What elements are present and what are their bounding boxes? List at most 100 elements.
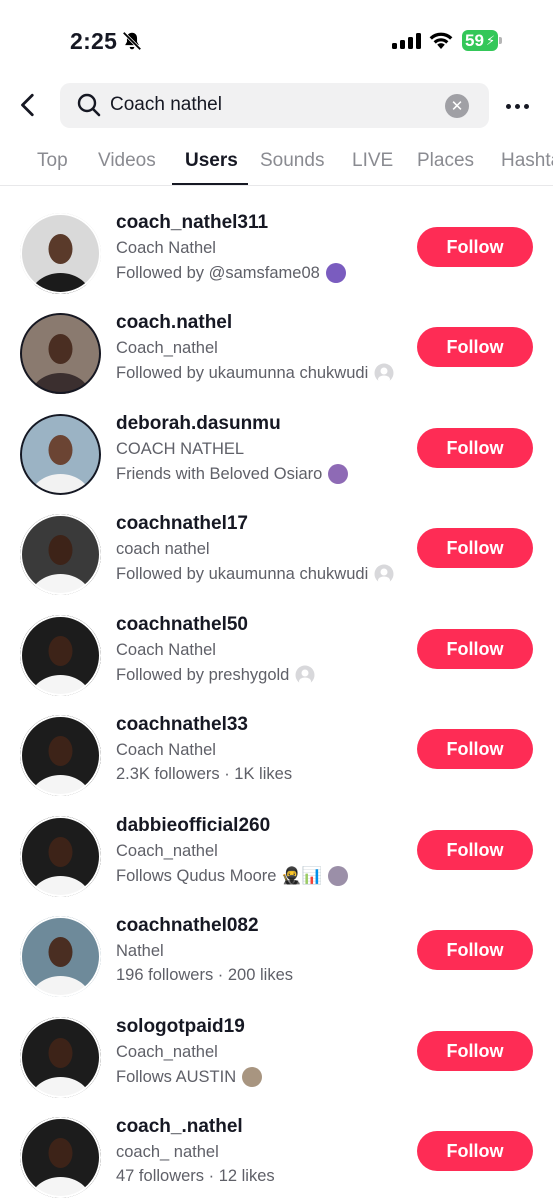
search-tabs: Top Videos Users Sounds LIVE Places Hash… bbox=[0, 140, 553, 186]
default-avatar-icon bbox=[374, 564, 394, 585]
user-row[interactable]: coachnathel33 Coach Nathel 2.3K follower… bbox=[0, 709, 553, 809]
user-meta-text: 196 followers · 200 likes bbox=[116, 966, 294, 984]
profile-photo-icon bbox=[20, 916, 101, 997]
follow-button[interactable]: Follow bbox=[417, 428, 533, 468]
avatar[interactable] bbox=[20, 816, 101, 897]
avatar[interactable] bbox=[20, 615, 101, 696]
profile-photo-icon bbox=[20, 816, 101, 897]
wifi-icon bbox=[428, 30, 454, 50]
username: coachnathel082 bbox=[116, 915, 259, 936]
cellular-signal-icon bbox=[392, 33, 421, 49]
user-meta: Followed by ukaumunna chukwudi bbox=[116, 363, 394, 384]
nickname: Coach Nathel bbox=[116, 741, 216, 759]
mini-avatar-icon bbox=[328, 866, 349, 886]
user-meta-text: Followed by @samsfame08 bbox=[116, 263, 320, 282]
user-row[interactable]: coachnathel17 coach nathel Followed by u… bbox=[0, 508, 553, 608]
user-row[interactable]: coach_.nathel coach_ nathel 47 followers… bbox=[0, 1111, 553, 1200]
user-row[interactable]: deborah.dasunmu COACH NATHEL Friends wit… bbox=[0, 408, 553, 508]
profile-photo-icon bbox=[20, 514, 101, 595]
username: coachnathel17 bbox=[116, 513, 248, 534]
user-row[interactable]: coachnathel50 Coach Nathel Followed by p… bbox=[0, 609, 553, 709]
avatar[interactable] bbox=[20, 916, 101, 997]
user-meta-text: Follows Qudus Moore 🥷📊 bbox=[116, 866, 323, 885]
search-input[interactable]: Coach nathel ✕ bbox=[60, 83, 489, 128]
user-meta: Followed by preshygold bbox=[116, 665, 315, 686]
profile-photo-icon bbox=[20, 414, 101, 495]
profile-photo-icon bbox=[20, 313, 101, 394]
nickname: Coach_nathel bbox=[116, 842, 218, 860]
tab-top[interactable]: Top bbox=[37, 150, 68, 172]
charging-bolt-icon: ⚡ bbox=[486, 33, 496, 48]
username: coach.nathel bbox=[116, 312, 233, 333]
user-meta-text: Followed by ukaumunna chukwudi bbox=[116, 363, 369, 382]
profile-photo-icon bbox=[20, 1117, 101, 1198]
tab-sounds[interactable]: Sounds bbox=[260, 150, 324, 172]
user-row[interactable]: sologotpaid19 Coach_nathel Follows AUSTI… bbox=[0, 1011, 553, 1111]
user-meta-text: Friends with Beloved Osiaro bbox=[116, 464, 323, 483]
mini-avatar-icon bbox=[242, 1067, 263, 1087]
mini-avatar-icon bbox=[328, 464, 349, 484]
active-tab-indicator bbox=[172, 183, 248, 185]
user-meta: 196 followers · 200 likes bbox=[116, 966, 293, 985]
username: coachnathel33 bbox=[116, 714, 248, 735]
nickname: COACH NATHEL bbox=[116, 440, 245, 458]
avatar[interactable] bbox=[20, 414, 101, 495]
username: deborah.dasunmu bbox=[116, 413, 281, 434]
mini-avatar-icon bbox=[325, 263, 346, 283]
follow-button[interactable]: Follow bbox=[417, 227, 533, 267]
user-meta: Followed by ukaumunna chukwudi bbox=[116, 564, 394, 585]
user-meta-text: Followed by preshygold bbox=[116, 665, 290, 684]
search-query[interactable]: Coach nathel bbox=[110, 94, 222, 116]
username: coach_nathel311 bbox=[116, 212, 269, 233]
tab-videos[interactable]: Videos bbox=[98, 150, 156, 172]
user-row[interactable]: dabbieofficial260 Coach_nathel Follows Q… bbox=[0, 810, 553, 910]
more-dot-icon bbox=[514, 103, 520, 109]
user-row[interactable]: coach_nathel311 Coach Nathel Followed by… bbox=[0, 207, 553, 307]
follow-button[interactable]: Follow bbox=[417, 1031, 533, 1071]
user-meta: 47 followers · 12 likes bbox=[116, 1167, 275, 1186]
avatar[interactable] bbox=[20, 1117, 101, 1198]
nickname: Coach_nathel bbox=[116, 1043, 218, 1061]
avatar[interactable] bbox=[20, 213, 101, 294]
profile-photo-icon bbox=[20, 1017, 101, 1098]
clear-search-icon[interactable]: ✕ bbox=[445, 94, 469, 118]
follow-button[interactable]: Follow bbox=[417, 1131, 533, 1171]
user-meta: 2.3K followers · 1K likes bbox=[116, 765, 292, 784]
user-row[interactable]: coach.nathel Coach_nathel Followed by uk… bbox=[0, 307, 553, 407]
avatar[interactable] bbox=[20, 1017, 101, 1098]
battery-level: 59 bbox=[465, 31, 484, 50]
profile-photo-icon bbox=[20, 213, 101, 294]
profile-photo-icon bbox=[20, 715, 101, 796]
avatar[interactable] bbox=[20, 514, 101, 595]
user-meta: Follows Qudus Moore 🥷📊 bbox=[116, 866, 349, 886]
more-dot-icon bbox=[523, 103, 529, 109]
more-dot-icon bbox=[505, 103, 511, 109]
user-meta: Follows AUSTIN bbox=[116, 1067, 263, 1087]
follow-button[interactable]: Follow bbox=[417, 729, 533, 769]
tab-users[interactable]: Users bbox=[185, 150, 238, 172]
status-bar: 2:25 59 ⚡ bbox=[0, 0, 553, 80]
search-icon bbox=[77, 93, 101, 117]
username: sologotpaid19 bbox=[116, 1016, 245, 1037]
follow-button[interactable]: Follow bbox=[417, 327, 533, 367]
status-time: 2:25 bbox=[70, 28, 118, 54]
follow-button[interactable]: Follow bbox=[417, 629, 533, 669]
back-button[interactable] bbox=[12, 88, 46, 122]
tab-places[interactable]: Places bbox=[417, 150, 474, 172]
username: coachnathel50 bbox=[116, 614, 248, 635]
follow-button[interactable]: Follow bbox=[417, 930, 533, 970]
avatar[interactable] bbox=[20, 715, 101, 796]
follow-button[interactable]: Follow bbox=[417, 830, 533, 870]
user-row[interactable]: coachnathel082 Nathel 196 followers · 20… bbox=[0, 910, 553, 1010]
nickname: Nathel bbox=[116, 942, 164, 960]
user-meta-text: 47 followers · 12 likes bbox=[116, 1167, 275, 1185]
user-meta-text: Follows AUSTIN bbox=[116, 1067, 237, 1086]
nickname: Coach Nathel bbox=[116, 641, 216, 659]
more-options-button[interactable] bbox=[503, 92, 531, 120]
follow-button[interactable]: Follow bbox=[417, 528, 533, 568]
chevron-left-icon bbox=[21, 93, 34, 117]
avatar[interactable] bbox=[20, 313, 101, 394]
nickname: Coach_nathel bbox=[116, 339, 218, 357]
tab-live[interactable]: LIVE bbox=[352, 150, 393, 172]
tab-hashtags[interactable]: Hashtags bbox=[501, 150, 553, 172]
